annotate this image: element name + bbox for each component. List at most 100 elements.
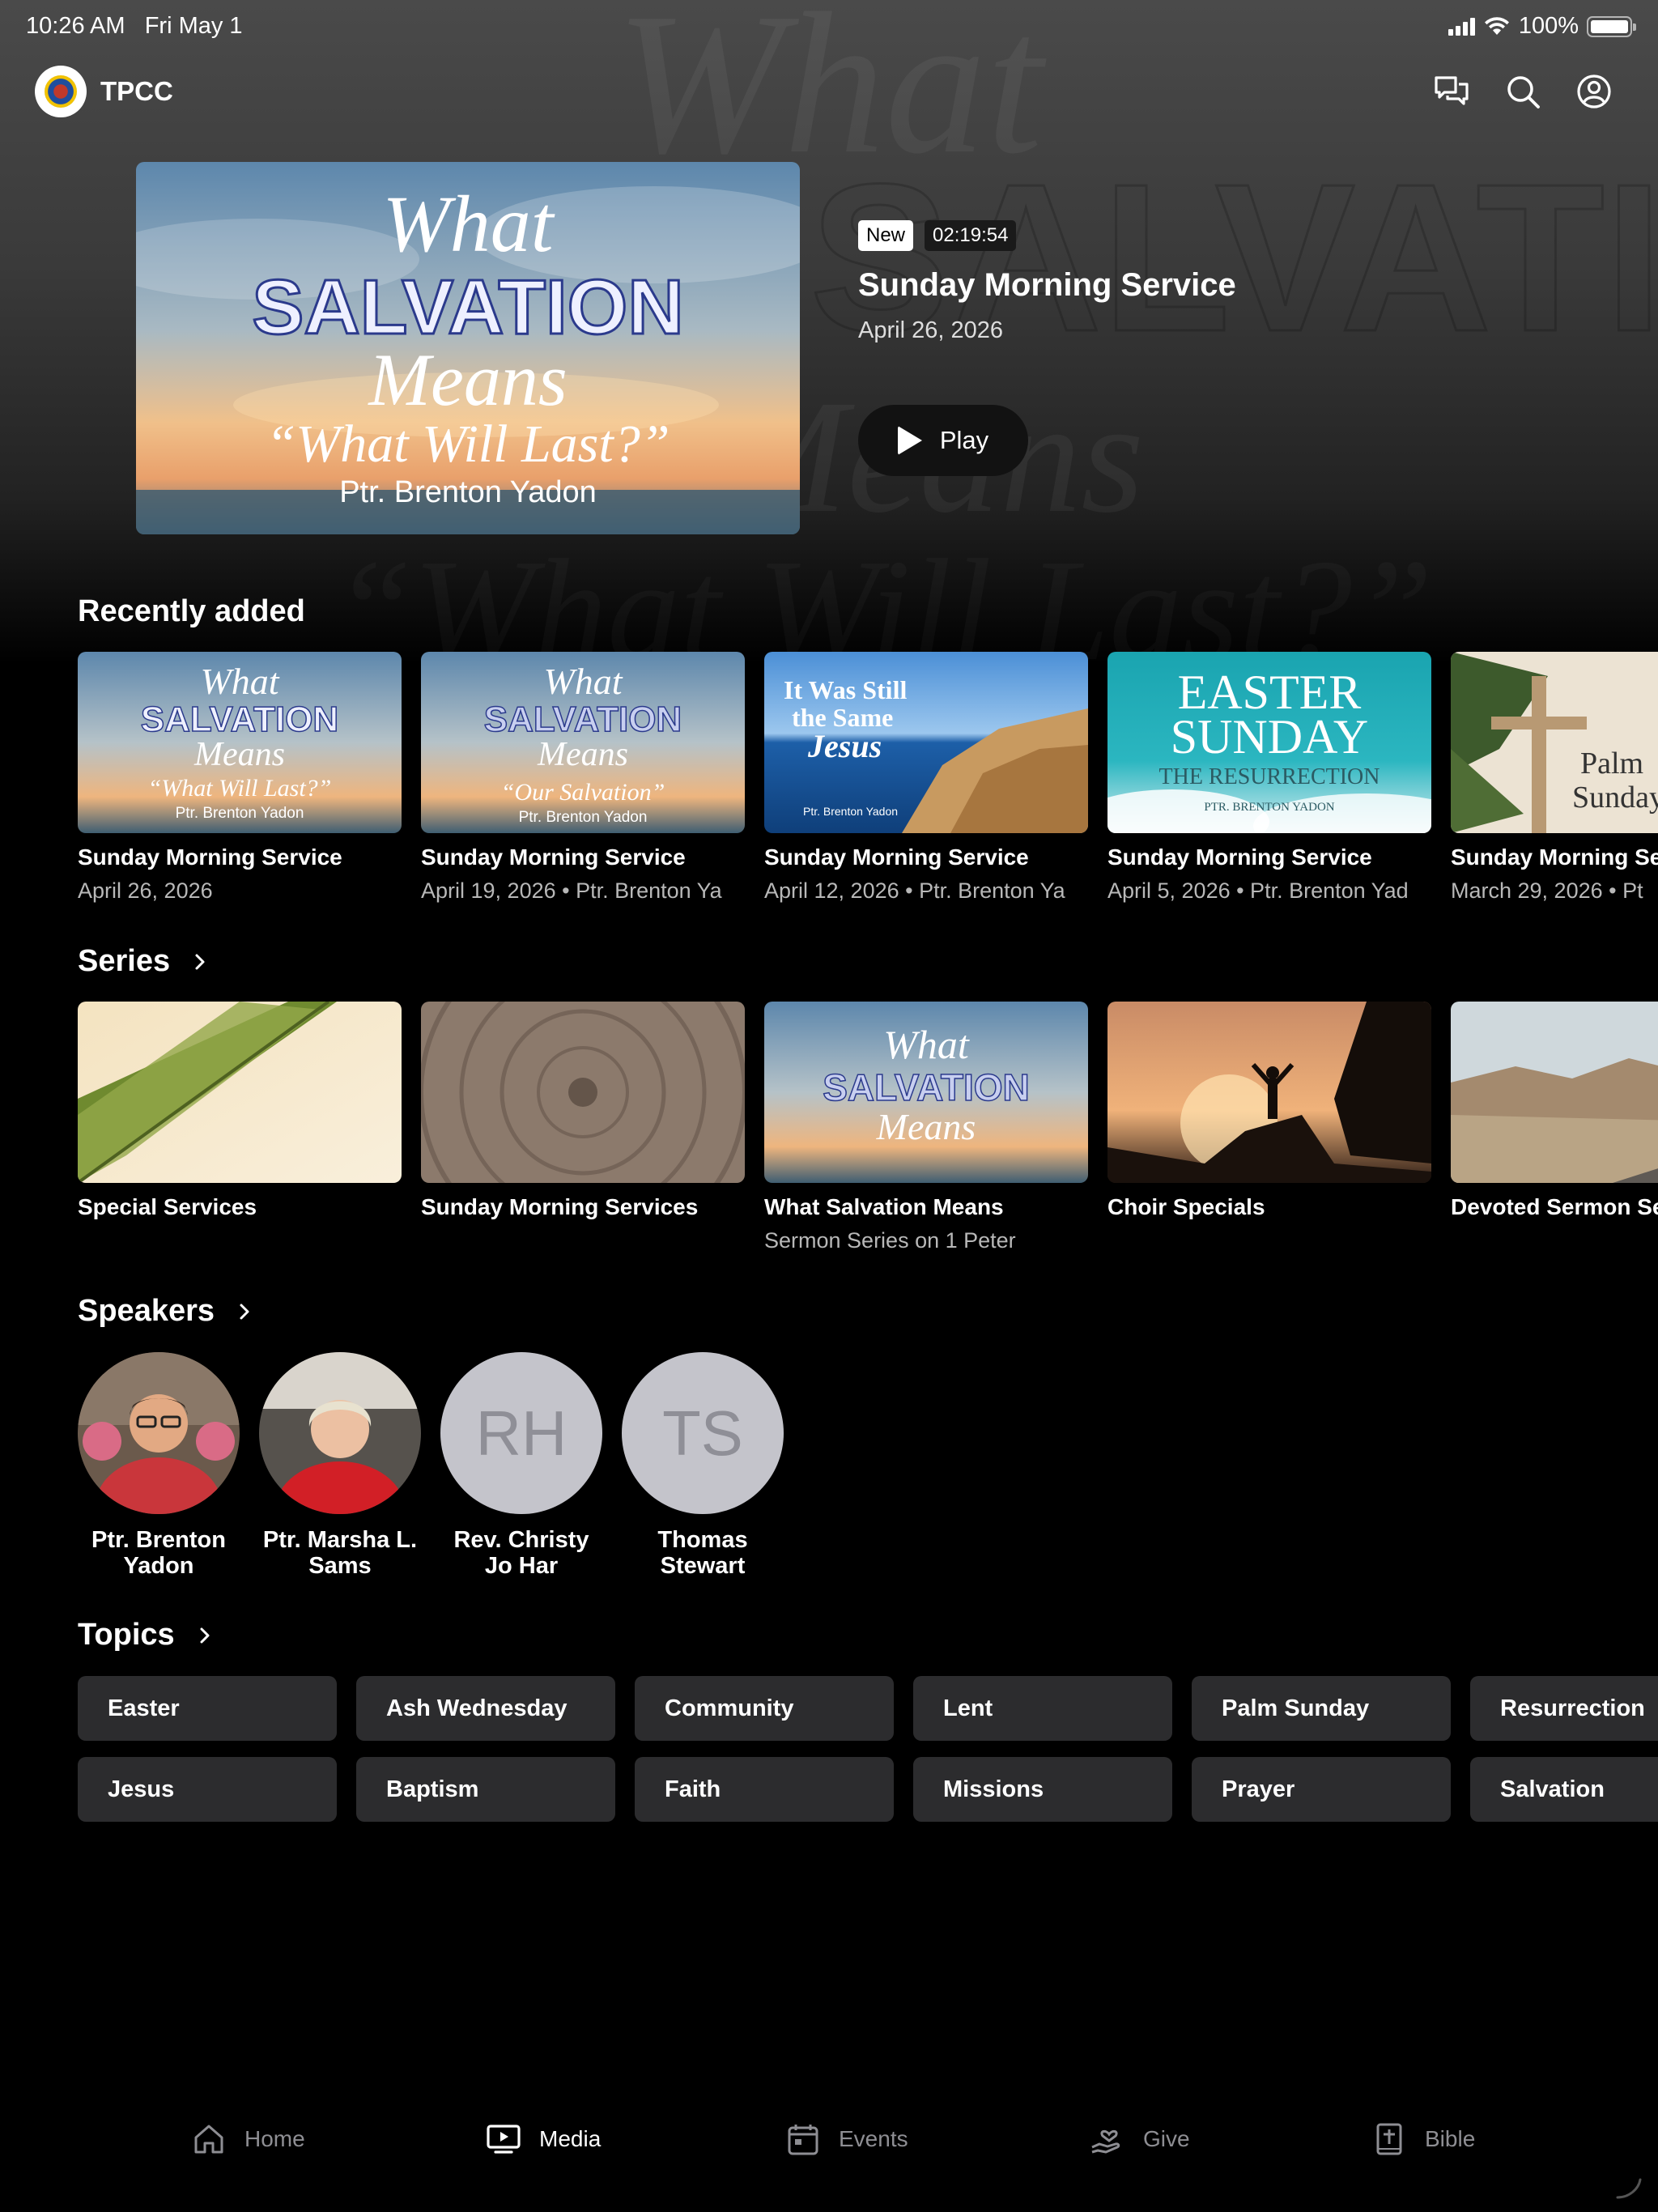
tab-media[interactable]: Media (486, 2121, 601, 2157)
chevron-right-icon (200, 1627, 210, 1643)
svg-text:Means: Means (537, 736, 628, 773)
cellular-signal-icon (1448, 17, 1475, 36)
media-card-title: Sunday Morning Service (78, 844, 342, 870)
series-card[interactable]: Sunday Morning Services (421, 1002, 745, 1220)
topic-chip[interactable]: Resurrection (1470, 1676, 1658, 1741)
speaker-item[interactable]: RH Rev. Christy Jo Har (440, 1352, 602, 1579)
battery-percent: 100% (1518, 13, 1579, 39)
media-card-subtitle: April 5, 2026 • Ptr. Brenton Yad (1107, 878, 1409, 903)
svg-text:PTR. BRENTON YADON: PTR. BRENTON YADON (1204, 801, 1334, 814)
svg-text:Ptr. Brenton Yadon: Ptr. Brenton Yadon (519, 809, 648, 826)
speaker-item[interactable]: Ptr. Marsha L. Sams (259, 1352, 421, 1579)
svg-text:It Was Still: It Was Still (784, 675, 907, 704)
resize-handle-icon[interactable] (1614, 2178, 1643, 2199)
media-card-subtitle: April 19, 2026 • Ptr. Brenton Ya (421, 878, 722, 903)
topic-chip[interactable]: Palm Sunday (1192, 1676, 1451, 1741)
series-card-title: Sunday Morning Services (421, 1194, 699, 1219)
media-card-title: Sunday Morning Service (764, 844, 1029, 870)
media-card[interactable]: What SALVATION Means “What Will Last?” P… (78, 652, 402, 904)
account-icon[interactable] (1575, 73, 1613, 110)
hand-heart-icon (1091, 2129, 1120, 2154)
tv-play-icon (487, 2125, 521, 2154)
status-clock: 10:26 AM (26, 13, 125, 39)
svg-text:SALVATION: SALVATION (484, 700, 682, 739)
speaker-item[interactable]: TS Thomas Stewart (622, 1352, 784, 1579)
tab-label: Media (539, 2126, 602, 2151)
book-cross-icon (1376, 2123, 1402, 2155)
hero-art-line: Means (367, 338, 567, 421)
messages-icon[interactable] (1433, 73, 1470, 110)
topic-chip[interactable]: Community (635, 1676, 894, 1741)
svg-text:What: What (200, 661, 279, 702)
topic-chip[interactable]: Faith (635, 1757, 894, 1822)
media-card-subtitle: April 26, 2026 (78, 878, 213, 903)
app-logo[interactable] (35, 66, 87, 117)
tab-label: Bible (1425, 2126, 1476, 2151)
series-card-title: Choir Specials (1107, 1194, 1265, 1219)
media-card[interactable]: Palm Sunday Sunday Morning Se March 29, … (1451, 652, 1658, 904)
wifi-icon (1484, 16, 1509, 35)
svg-text:“What Will Last?”: “What Will Last?” (148, 775, 332, 802)
chevron-right-icon (240, 1304, 249, 1319)
series-card[interactable]: What SALVATION Means What Salvation Mean… (764, 1002, 1088, 1253)
media-card[interactable]: It Was Still the Same Jesus Ptr. Brenton… (764, 652, 1088, 904)
media-thumbnail: What SALVATION Means “Our Salvation” Ptr… (421, 652, 745, 833)
topic-chip[interactable]: Easter (78, 1676, 337, 1741)
topic-chip[interactable]: Lent (913, 1676, 1172, 1741)
topic-chip[interactable]: Ash Wednesday (356, 1676, 615, 1741)
status-time: 10:26 AM Fri May 1 (26, 13, 243, 40)
hero-artwork[interactable]: What SALVATION Means “What Will Last?” P… (136, 162, 800, 534)
series-thumbnail (421, 1002, 745, 1183)
svg-text:THE RESURRECTION: THE RESURRECTION (1159, 764, 1380, 789)
topic-chip[interactable]: Prayer (1192, 1757, 1451, 1822)
tab-events[interactable]: Events (785, 2121, 908, 2157)
topic-chip[interactable]: Baptism (356, 1757, 615, 1822)
hero-title: Sunday Morning Service (858, 267, 1236, 303)
svg-text:SALVATION: SALVATION (141, 700, 338, 739)
hero-badges: New 02:19:54 (858, 220, 1017, 251)
media-thumbnail: It Was Still the Same Jesus Ptr. Brenton… (764, 652, 1088, 833)
speaker-name: Rev. Christy Jo Har (453, 1527, 589, 1579)
app-name: TPCC (100, 76, 173, 106)
tab-home[interactable]: Home (191, 2121, 305, 2157)
series-card[interactable]: Special Services (78, 1002, 402, 1220)
series-card[interactable]: Devoted Sermon Se (1451, 1002, 1658, 1220)
backdrop-ghost-text: “What Will Last?” (332, 526, 1433, 664)
hero-date: April 26, 2026 (858, 317, 1003, 343)
media-thumbnail: Palm Sunday (1451, 652, 1658, 833)
calendar-icon (788, 2125, 818, 2155)
media-thumbnail: EASTER SUNDAY THE RESURRECTION PTR. BREN… (1107, 652, 1431, 833)
media-card-title: Sunday Morning Se (1451, 844, 1658, 870)
section-title-speakers[interactable]: Speakers (78, 1294, 253, 1329)
battery-icon (1587, 15, 1636, 37)
topic-chip[interactable]: Jesus (78, 1757, 337, 1822)
section-heading: Topics (78, 1618, 175, 1652)
media-card[interactable]: What SALVATION Means “Our Salvation” Ptr… (421, 652, 745, 904)
series-thumbnail: What SALVATION Means (764, 1002, 1088, 1183)
topic-chip[interactable]: Missions (913, 1757, 1172, 1822)
section-title-topics[interactable]: Topics (78, 1618, 214, 1653)
speaker-initials-avatar: RH (440, 1352, 602, 1514)
play-button[interactable]: Play (858, 405, 1028, 476)
series-card-title: What Salvation Means (764, 1194, 1004, 1219)
speaker-avatar (259, 1352, 421, 1514)
tab-give[interactable]: Give (1090, 2121, 1190, 2157)
speaker-avatar (78, 1352, 240, 1514)
media-card[interactable]: EASTER SUNDAY THE RESURRECTION PTR. BREN… (1107, 652, 1431, 904)
series-card[interactable]: Choir Specials (1107, 1002, 1431, 1220)
section-title-series[interactable]: Series (78, 944, 209, 979)
section-heading: Speakers (78, 1294, 215, 1328)
speaker-item[interactable]: Ptr. Brenton Yadon (78, 1352, 240, 1579)
search-icon[interactable] (1504, 73, 1541, 110)
tab-bible[interactable]: Bible (1371, 2121, 1475, 2157)
house-icon (194, 2125, 223, 2154)
topic-chip[interactable]: Salvation (1470, 1757, 1658, 1822)
svg-text:Jesus: Jesus (807, 728, 882, 764)
svg-text:Palm: Palm (1580, 747, 1643, 781)
series-thumbnail (1107, 1002, 1431, 1183)
duration-badge: 02:19:54 (925, 220, 1017, 251)
hero-art-line: What (382, 179, 555, 269)
series-card-subtitle: Sermon Series on 1 Peter (764, 1228, 1016, 1253)
series-card-title: Devoted Sermon Se (1451, 1194, 1658, 1219)
media-card-subtitle: April 12, 2026 • Ptr. Brenton Ya (764, 878, 1065, 903)
